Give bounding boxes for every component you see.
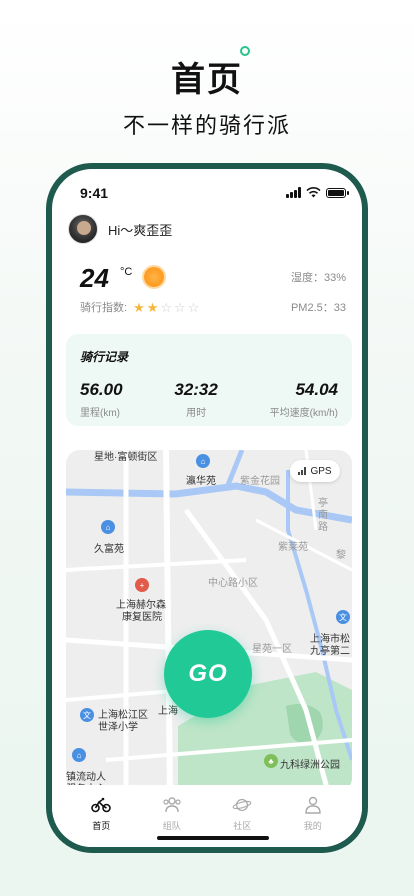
map-label: 黎 <box>336 550 346 561</box>
tab-label: 首页 <box>92 821 111 831</box>
ride-record-title: 骑行记录 <box>80 350 129 364</box>
go-button[interactable]: GO <box>164 630 252 718</box>
status-time: 9:41 <box>80 185 109 201</box>
service-poi-icon[interactable]: ⌂ <box>72 748 86 762</box>
cellular-signal-icon <box>286 187 301 198</box>
gps-button[interactable]: GPS <box>290 460 340 482</box>
tab-label: 组队 <box>162 821 181 831</box>
map-label: 瀛华苑 <box>186 476 216 487</box>
user-greeting: Hi～爽歪歪 <box>108 222 173 238</box>
ride-index-label: 骑行指数: <box>80 302 128 314</box>
humidity-label: 湿度：33% <box>290 272 346 284</box>
temperature-unit: °C <box>120 266 133 278</box>
planet-icon <box>232 795 252 815</box>
star-empty-icon: ☆ <box>187 299 200 315</box>
tab-label: 社区 <box>233 821 252 831</box>
map-label: 紫莱苑 <box>278 542 308 553</box>
temperature-value: 24 <box>80 263 109 293</box>
tab-mine[interactable]: 我的 <box>285 795 341 847</box>
user-icon <box>303 795 323 815</box>
gps-label: GPS <box>310 465 332 477</box>
map-label: 路 <box>318 522 328 533</box>
stat-label: 里程(km) <box>80 408 120 419</box>
weather-panel: 24 °C 湿度：33% 骑行指数: ★ ★ ☆ ☆ ☆ PM2.5：33 <box>80 263 346 323</box>
map-roads <box>66 450 352 792</box>
map-label: 世泽小学 <box>98 722 138 733</box>
stat-distance: 56.00 里程(km) <box>80 380 123 419</box>
school-poi-icon[interactable]: 文 <box>80 708 94 722</box>
ride-index: 骑行指数: ★ ★ ☆ ☆ ☆ <box>80 299 199 315</box>
team-icon <box>162 795 182 815</box>
ride-stats: 56.00 里程(km) 32:32 用时 54.04 平均速度(km/h) <box>80 380 338 419</box>
map-label: 紫金花园 <box>240 476 280 487</box>
star-empty-icon: ☆ <box>174 299 186 315</box>
tab-label: 我的 <box>303 821 322 831</box>
stat-duration: 32:32 用时 <box>174 380 217 419</box>
map-label: 上海 <box>158 706 178 717</box>
phone-frame: 9:41 Hi～爽歪歪 24 °C 湿度：33% 骑行指数: ★ ★ ☆ ☆ ☆ PM2… <box>46 163 368 853</box>
promo-title: 首页 <box>171 60 243 100</box>
hospital-poi-icon[interactable]: + <box>135 578 149 592</box>
stat-value: 54.04 <box>295 380 338 399</box>
map-label: 九亭第二 <box>310 646 350 657</box>
stat-avg-speed: 54.04 平均速度(km/h) <box>270 380 338 419</box>
gps-signal-icon <box>298 467 307 475</box>
avatar[interactable] <box>68 214 98 244</box>
map-label: 久富苑 <box>94 544 124 555</box>
stat-label: 用时 <box>186 408 207 419</box>
user-row[interactable]: Hi～爽歪歪 <box>68 214 172 244</box>
home-indicator <box>157 836 269 840</box>
map-view[interactable]: 星地·富顿街区 ⌂ 瀛华苑 紫金花园 亭 南 路 紫莱苑 黎 ⌂ 久富苑 中心路… <box>66 450 352 792</box>
star-filled-icon: ★ <box>133 299 145 315</box>
star-empty-icon: ☆ <box>160 299 173 315</box>
promo-subtitle: 不一样的骑行派 <box>122 114 291 139</box>
sun-icon <box>144 267 164 287</box>
residential-poi-icon[interactable]: ⌂ <box>101 520 115 534</box>
school-poi-icon[interactable]: 文 <box>336 610 350 624</box>
bike-icon <box>91 795 112 815</box>
status-icons <box>286 187 349 198</box>
ride-index-stars: ★ ★ ☆ ☆ ☆ <box>133 301 199 314</box>
wifi-icon <box>306 187 321 198</box>
stat-value: 56.00 <box>80 380 123 399</box>
map-label: 星地·富顿街区 <box>94 452 158 463</box>
stat-value: 32:32 <box>174 380 218 399</box>
map-label: 康复医院 <box>122 612 162 623</box>
promo-dot-decoration <box>240 46 250 56</box>
residential-poi-icon[interactable]: ⌂ <box>196 454 210 468</box>
park-poi-icon[interactable]: ♣ <box>264 754 278 768</box>
battery-icon <box>326 187 349 198</box>
map-label: 九科绿洲公园 <box>280 760 340 771</box>
stat-label: 平均速度(km/h) <box>269 408 338 419</box>
status-bar: 9:41 <box>52 181 362 203</box>
map-label: 星苑一区 <box>252 644 292 655</box>
ride-record-card[interactable]: 骑行记录 56.00 里程(km) 32:32 用时 54.04 平均速度(km… <box>66 334 352 426</box>
star-filled-icon: ★ <box>146 299 159 315</box>
pm25-label: PM2.5：33 <box>290 302 346 314</box>
tab-home[interactable]: 首页 <box>73 795 129 847</box>
map-label: 中心路小区 <box>208 578 258 589</box>
